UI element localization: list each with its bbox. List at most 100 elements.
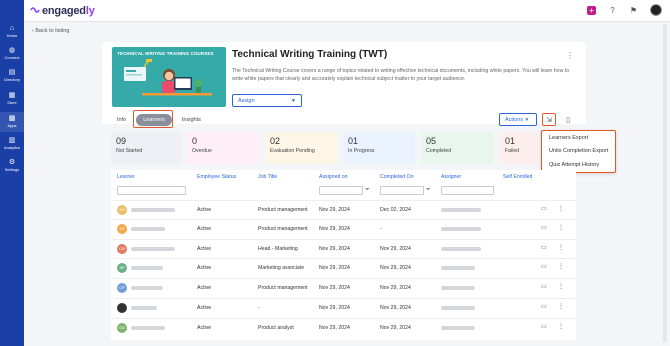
menu-item-units-completion-export[interactable]: Units Completion Export <box>549 148 608 154</box>
columns-icon: ▯ <box>566 116 570 124</box>
job-title: Product management <box>258 207 308 213</box>
sidebar-item-directory[interactable]: ▤ Directory <box>0 67 24 85</box>
filter-funnel-icon[interactable]: ⏷ <box>365 187 370 194</box>
assign-dropdown[interactable]: Assign ▼ <box>232 94 302 107</box>
sidebar: ⌂ Home ◍ Connect ▤ Directory ▦ Store ▩ Apps ▥… <box>0 0 24 346</box>
home-icon: ⌂ <box>9 25 15 32</box>
caret-down-icon: ▼ <box>524 117 530 122</box>
sidebar-item-apps[interactable]: ▩ Apps <box>0 112 24 132</box>
kebab-menu-icon[interactable]: ⋮ <box>558 244 564 251</box>
user-avatar[interactable] <box>650 4 662 16</box>
employee-status: Active <box>197 305 212 311</box>
stat-card-in-progress[interactable]: 01 In Progress <box>343 132 415 164</box>
stat-card-not-started[interactable]: 09 Not Started <box>111 132 182 164</box>
completed-on: - <box>380 226 382 232</box>
table-row[interactable]: SS Active Product management Nov 29, 202… <box>111 219 576 237</box>
filter-learner-input[interactable] <box>117 186 186 195</box>
book-icon[interactable]: ▭ <box>541 283 547 290</box>
stat-card-failed[interactable]: 01 Failed <box>500 132 538 164</box>
column-header-assigned-on[interactable]: Assigned on <box>319 174 348 180</box>
help-icon[interactable]: ? <box>608 6 617 15</box>
book-icon[interactable]: ▭ <box>541 205 547 212</box>
course-title: Technical Writing Training (TWT) <box>232 49 388 60</box>
stat-card-evaluation-pending[interactable]: 02 Evaluation Pending <box>265 132 337 164</box>
flag-icon[interactable]: ⚑ <box>629 6 638 15</box>
avatar: CR <box>117 244 127 254</box>
sidebar-item-settings[interactable]: ⚙ Settings <box>0 157 24 175</box>
employee-status: Active <box>197 325 212 331</box>
kebab-menu-icon[interactable]: ⋮ <box>558 303 564 310</box>
column-header-employee-status[interactable]: Employee Status <box>197 174 236 180</box>
avatar: SH <box>117 205 127 215</box>
top-bar: engagedly + ? ⚑ <box>0 0 670 22</box>
job-title: Marketing associate <box>258 265 305 271</box>
learners-tab-highlight <box>133 110 173 128</box>
table-row[interactable]: CR Active Head - Marketing Nov 29, 2024 … <box>111 239 576 257</box>
sidebar-item-analytics[interactable]: ▥ Analytics <box>0 135 24 153</box>
table-row[interactable]: CP Active Product management Nov 29, 202… <box>111 278 576 296</box>
column-header-completed-on[interactable]: Completed On <box>380 174 413 180</box>
sidebar-item-home[interactable]: ⌂ Home <box>0 23 24 41</box>
job-title: - <box>258 305 260 311</box>
directory-icon: ▤ <box>8 69 16 76</box>
learner-name-redacted <box>131 266 163 270</box>
assigned-on: Nov 29, 2024 <box>319 226 350 232</box>
export-icon: ⇲ <box>546 116 552 124</box>
caret-down-icon: ▼ <box>291 98 296 104</box>
avatar: AP <box>117 263 127 273</box>
completed-on: Nov 29, 2024 <box>380 285 411 291</box>
columns-toggle-button[interactable]: ▯ <box>561 113 575 126</box>
column-header-assigner[interactable]: Assigner <box>441 174 461 180</box>
employee-status: Active <box>197 207 212 213</box>
column-header-learner[interactable]: Learner <box>117 174 135 180</box>
filter-assigner-input[interactable] <box>441 186 494 195</box>
learner-name-redacted <box>131 247 175 251</box>
completed-on: Nov 29, 2024 <box>380 265 411 271</box>
table-row[interactable]: Active - Nov 29, 2024 Nov 29, 2024 ▭ ⋮ <box>111 298 576 316</box>
banner-illustration <box>124 59 212 96</box>
kebab-menu-icon[interactable]: ⋮ <box>558 283 564 290</box>
logo-mark-icon <box>30 7 40 13</box>
logo-accent: ly <box>85 5 95 17</box>
add-icon[interactable]: + <box>587 5 596 15</box>
kebab-menu-icon[interactable]: ⋮ <box>566 51 574 60</box>
table-row[interactable]: AP Active Marketing associate Nov 29, 20… <box>111 258 576 276</box>
stat-card-overdue[interactable]: 0 Overdue <box>187 132 259 164</box>
stat-card-completed[interactable]: 05 Completed <box>421 132 493 164</box>
column-header-self-enrolled[interactable]: Self Enrolled <box>503 174 532 180</box>
export-button[interactable]: ⇲ <box>542 113 556 126</box>
sidebar-item-connect[interactable]: ◍ Connect <box>0 45 24 63</box>
filter-funnel-icon[interactable]: ⏷ <box>426 187 431 194</box>
book-icon[interactable]: ▭ <box>541 303 547 310</box>
filter-completed-on-input[interactable] <box>380 186 424 195</box>
book-icon[interactable]: ▭ <box>541 323 547 330</box>
book-icon[interactable]: ▭ <box>541 263 547 270</box>
sidebar-item-store[interactable]: ▦ Store <box>0 90 24 108</box>
completed-on: Nov 29, 2024 <box>380 325 411 331</box>
job-title: Product management <box>258 285 308 291</box>
assigned-on: Nov 29, 2024 <box>319 305 350 311</box>
kebab-menu-icon[interactable]: ⋮ <box>558 323 564 330</box>
actions-dropdown[interactable]: Actions ▼ <box>499 113 537 126</box>
back-to-listing-link[interactable]: ‹ Back to listing <box>32 28 69 34</box>
tab-info[interactable]: Info <box>111 114 132 126</box>
kebab-menu-icon[interactable]: ⋮ <box>558 205 564 212</box>
analytics-icon: ▥ <box>8 137 16 144</box>
book-icon[interactable]: ▭ <box>541 224 547 231</box>
avatar <box>117 303 127 313</box>
learner-name-redacted <box>131 286 163 290</box>
book-icon[interactable]: ▭ <box>541 244 547 251</box>
tab-insights[interactable]: Insights <box>176 114 207 126</box>
job-title: Product analyst <box>258 325 294 331</box>
filter-assigned-on-input[interactable] <box>319 186 363 195</box>
assigned-on: Nov 29, 2024 <box>319 246 350 252</box>
menu-item-quiz-attempt-history[interactable]: Quiz Attempt History <box>549 162 599 168</box>
table-row[interactable]: GD Active Product analyst Nov 29, 2024 N… <box>111 318 576 336</box>
menu-item-learners-export[interactable]: Learners Export <box>549 135 588 141</box>
kebab-menu-icon[interactable]: ⋮ <box>558 224 564 231</box>
table-row[interactable]: SH Active Product management Nov 29, 202… <box>111 200 576 218</box>
app-logo[interactable]: engagedly <box>30 5 95 17</box>
page-scrollbar[interactable] <box>663 24 667 342</box>
column-header-job-title[interactable]: Job Title <box>258 174 277 180</box>
kebab-menu-icon[interactable]: ⋮ <box>558 263 564 270</box>
